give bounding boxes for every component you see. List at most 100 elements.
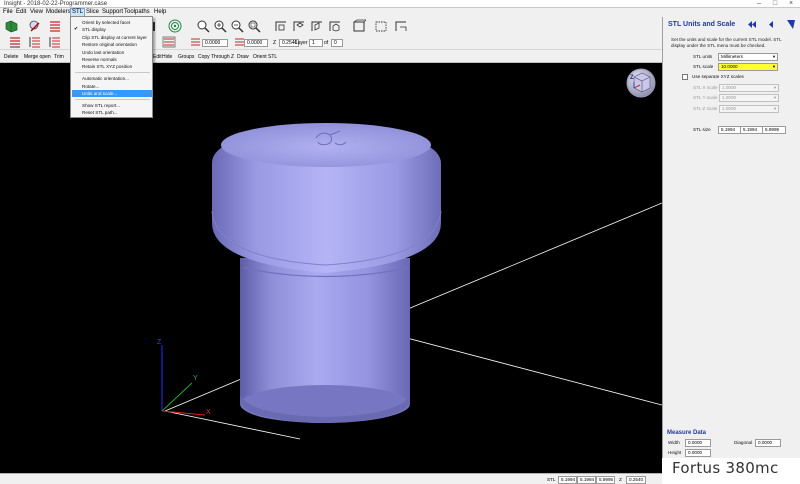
menu-reverse-normals[interactable]: Reverse normals <box>72 56 152 63</box>
menu-edit[interactable]: Edit <box>15 8 27 17</box>
stl-size-label: STL size <box>693 127 711 132</box>
menu-rotate[interactable]: Rotate... <box>72 83 152 90</box>
status-size-x: 5.1994 <box>558 476 577 484</box>
layer-range-icon[interactable] <box>162 35 176 49</box>
viewport-canvas <box>161 68 662 440</box>
layer-label: Layer <box>295 40 308 46</box>
stl-size-x: 5.1994 <box>718 126 742 134</box>
view-box-icon[interactable] <box>352 19 366 33</box>
panel-description: Set the units and scale for the current … <box>671 37 782 48</box>
title-bar: Insight - 2018-02-22-Programmer.case – □… <box>0 0 800 8</box>
menu-view[interactable]: View <box>29 8 44 17</box>
measure-data-title: Measure Data <box>667 430 707 436</box>
height-value: 0.0000 <box>685 449 711 457</box>
menu-modelers[interactable]: Modelers <box>45 8 72 17</box>
menu-stl-display[interactable]: STL display <box>72 26 152 33</box>
trim-button[interactable]: Trim <box>54 53 64 61</box>
status-z-label: Z <box>619 477 622 482</box>
maximize-icon[interactable]: □ <box>768 0 782 8</box>
zoom-in-icon[interactable] <box>213 19 227 33</box>
offset-field-1[interactable]: 0.0000 <box>202 39 228 47</box>
edit-button[interactable]: Edit <box>153 53 162 61</box>
z-axis-label: Z <box>157 339 162 346</box>
copy-through-z-button[interactable]: Copy Through Z <box>198 53 234 61</box>
chevron-down-icon: ▼ <box>773 106 777 111</box>
menu-orient-facet[interactable]: Orient by selected facet <box>72 19 152 26</box>
x-scale-select[interactable]: 1.0000 ▼ <box>719 84 779 92</box>
chevron-down-icon: ▼ <box>773 95 777 100</box>
layer-offset-icon[interactable] <box>188 35 202 49</box>
stl-units-panel: STL Units and Scale Set the units and sc… <box>662 17 800 473</box>
slice-lines-icon[interactable] <box>48 19 62 33</box>
view-dashed-icon[interactable] <box>374 19 388 33</box>
stl-size-y: 5.1994 <box>740 126 764 134</box>
view-iso-icon[interactable] <box>328 19 342 33</box>
stl-scale-label: STL scale <box>693 64 714 69</box>
view-front-icon[interactable] <box>274 19 288 33</box>
layers-red-icon[interactable] <box>8 35 22 49</box>
zoom-all-icon[interactable] <box>247 19 261 33</box>
window-title: Insight - 2018-02-22-Programmer.case <box>4 1 108 7</box>
status-stl-label: STL <box>547 477 556 482</box>
menu-help[interactable]: Help <box>153 8 167 17</box>
menu-clip-stl[interactable]: Clip STL display at current layer <box>72 34 152 41</box>
orient-stl-button[interactable]: Orient STL <box>253 53 277 61</box>
help-icon[interactable] <box>786 19 796 30</box>
chevron-down-icon: ▼ <box>773 85 777 90</box>
menu-units-and-scale[interactable]: Units and scale... <box>72 90 152 97</box>
zoom-icon[interactable] <box>196 19 210 33</box>
cube-z-label: Z <box>630 75 634 81</box>
menu-retain-position[interactable]: Retain STL XYZ position <box>72 63 152 70</box>
close-icon[interactable]: × <box>784 0 798 8</box>
menu-file[interactable]: File <box>2 8 14 17</box>
z-label: Z <box>273 40 277 46</box>
layer-field[interactable]: 1 <box>309 39 323 47</box>
layers-up-icon[interactable] <box>28 35 42 49</box>
x-axis-label: X <box>206 409 211 416</box>
minimize-icon[interactable]: – <box>752 0 766 8</box>
hide-button[interactable]: Hide <box>162 53 172 61</box>
menu-separator <box>75 99 150 100</box>
layer-total-field: 0 <box>331 39 343 47</box>
zoom-out-icon[interactable] <box>230 19 244 33</box>
stl-scale-select[interactable]: 10.0000 ▼ <box>718 63 778 71</box>
menu-undo-orientation[interactable]: Undo last orientation <box>72 49 152 56</box>
rewind-icon[interactable] <box>747 20 757 29</box>
status-size-z: 5.9995 <box>596 476 615 484</box>
status-z-value: 0.2540 <box>626 476 646 484</box>
z-scale-select[interactable]: 1.0000 ▼ <box>719 105 779 113</box>
open-icon[interactable] <box>5 19 19 33</box>
stl-units-select[interactable]: Millimeters ▼ <box>718 53 778 61</box>
menu-separator <box>75 72 150 73</box>
stl-dropdown-menu: Orient by selected facet ✔ STL display C… <box>70 16 153 118</box>
z-scale-label: STL Z scale <box>693 106 718 111</box>
groups-button[interactable]: Groups <box>178 53 194 61</box>
y-scale-select[interactable]: 1.0000 ▼ <box>719 94 779 102</box>
layers-down-icon[interactable] <box>48 35 62 49</box>
menu-show-stl-report[interactable]: Show STL report... <box>72 102 152 109</box>
view-top-icon[interactable] <box>292 19 306 33</box>
view-corner-icon[interactable] <box>394 19 408 33</box>
target-icon[interactable] <box>168 19 182 33</box>
menu-restore-orientation[interactable]: Restore original orientation <box>72 41 152 48</box>
draw-button[interactable]: Draw <box>237 53 249 61</box>
stl-view-icon[interactable] <box>28 19 42 33</box>
offset-field-2[interactable]: 0.0000 <box>244 39 268 47</box>
diagonal-label: Diagonal <box>734 440 753 445</box>
y-axis-label: Y <box>193 375 198 382</box>
y-scale-label: STL Y scale <box>693 95 718 100</box>
axis-triad <box>161 345 206 416</box>
width-label: Width <box>668 440 680 445</box>
menu-reset-stl-path[interactable]: Reset STL path... <box>72 109 152 116</box>
delete-button[interactable]: Delete <box>4 53 18 61</box>
orientation-cube-widget[interactable] <box>626 68 656 98</box>
back-icon[interactable] <box>767 20 775 29</box>
chevron-down-icon: ▼ <box>772 64 776 69</box>
stl-model[interactable] <box>211 123 442 423</box>
3d-viewport[interactable]: Z Y X Z <box>0 63 662 473</box>
menu-auto-orientation[interactable]: Automatic orientation... <box>72 75 152 82</box>
brand-watermark: Fortus 380mc <box>662 458 800 484</box>
merge-open-button[interactable]: Merge open <box>24 53 51 61</box>
separate-scales-checkbox[interactable] <box>682 74 688 80</box>
view-side-icon[interactable] <box>310 19 324 33</box>
